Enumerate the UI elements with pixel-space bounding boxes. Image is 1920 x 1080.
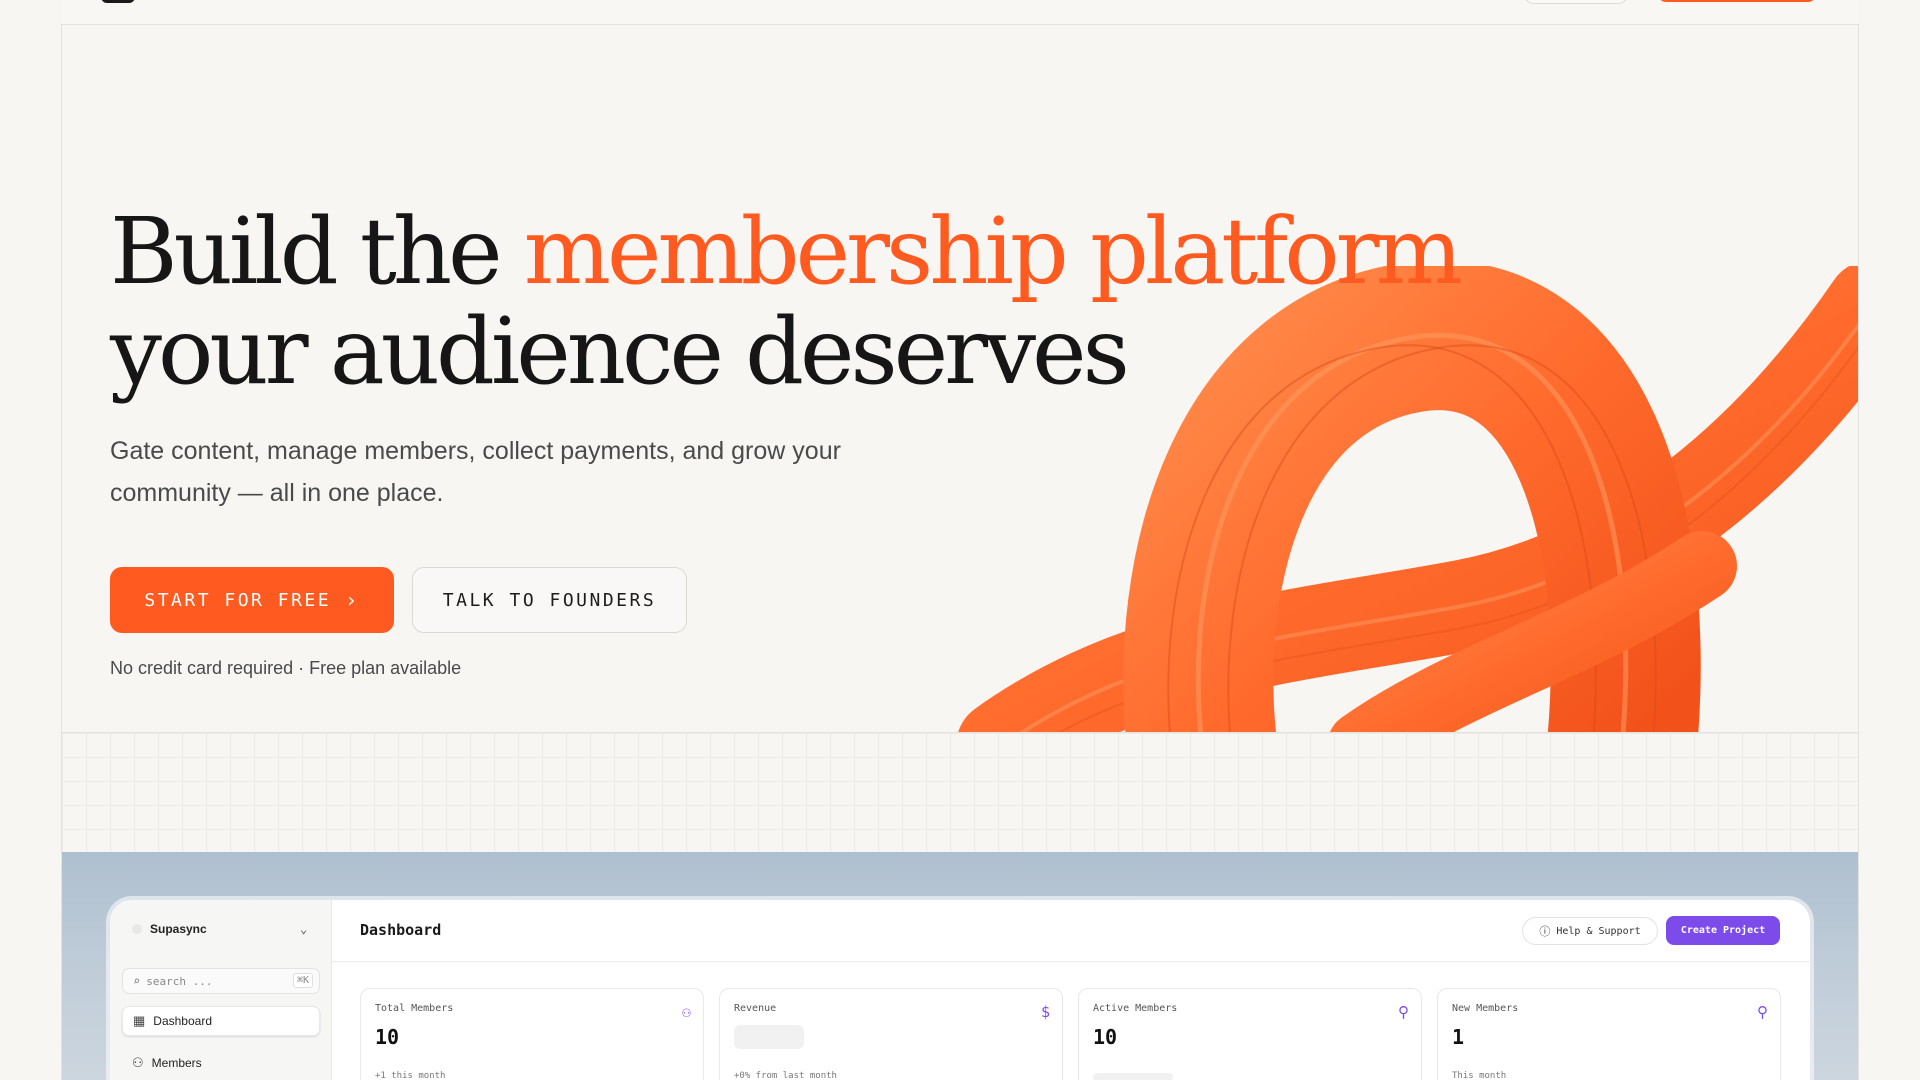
grid-pattern-band: [62, 732, 1858, 852]
hero-subheadline: Gate content, manage members, collect pa…: [110, 437, 841, 507]
nav-signup-button[interactable]: [1658, 0, 1816, 2]
stat-card-revenue: Revenue +0% from last month $: [719, 988, 1063, 1080]
login-button[interactable]: [1524, 0, 1628, 4]
sidebar-item-members[interactable]: ⚇ Members: [122, 1048, 320, 1078]
users-icon: ⚇: [681, 1003, 691, 1021]
stat-card-total-members: Total Members 10 +1 this month ⚇: [360, 988, 704, 1080]
workspace-icon: [132, 924, 142, 934]
stat-label: New Members: [1452, 1003, 1519, 1014]
stat-subtext: +0% from last month: [734, 1071, 837, 1080]
headline-line2: your audience deserves: [110, 298, 1130, 405]
user-plus-icon: ⚲: [1757, 1003, 1768, 1021]
sidebar-item-label: Dashboard: [153, 1014, 213, 1028]
stat-card-active-members: Active Members 10 ⚲: [1078, 988, 1422, 1080]
talk-to-founders-label: TALK TO FOUNDERS: [442, 589, 657, 611]
hero-headline: Build the membership platform your audie…: [110, 202, 1463, 405]
chevron-down-icon[interactable]: ⌄: [300, 922, 307, 936]
create-project-button[interactable]: Create Project: [1666, 916, 1780, 945]
stat-subtext: This month: [1452, 1071, 1507, 1080]
search-placeholder: search ...: [146, 974, 213, 988]
dollar-icon: $: [1040, 1003, 1050, 1021]
search-icon: ⌕: [133, 974, 141, 988]
help-label: Help & Support: [1556, 925, 1641, 937]
page-frame-right: [1858, 0, 1859, 1080]
brand-logo[interactable]: [101, 0, 135, 3]
stat-subtext: +1 this month: [375, 1071, 446, 1080]
workspace-switcher[interactable]: Supasync: [132, 922, 207, 936]
create-project-label: Create Project: [1680, 925, 1766, 936]
loading-skeleton: [734, 1025, 804, 1049]
users-icon: ⚇: [132, 1055, 144, 1070]
loading-skeleton: [1093, 1073, 1173, 1080]
search-input[interactable]: ⌕ search ... ⌘K: [122, 968, 320, 994]
stat-value: 10: [375, 1025, 400, 1049]
help-support-button[interactable]: ⓘ Help & Support: [1522, 917, 1658, 945]
headline-accent: membership platform: [523, 198, 1463, 305]
sidebar-item-dashboard[interactable]: ▦ Dashboard: [122, 1006, 320, 1036]
app-sidebar: Supasync ⌄ ⌕ search ... ⌘K ▦ Dashboard ⚇…: [110, 900, 332, 1080]
dashboard-preview: Supasync ⌄ ⌕ search ... ⌘K ▦ Dashboard ⚇…: [110, 900, 1810, 1080]
shortcut-hint: ⌘K: [292, 973, 313, 988]
stat-label: Total Members: [375, 1003, 454, 1014]
hero-section: Build the membership platform your audie…: [62, 26, 1858, 732]
grid-icon: ▦: [133, 1013, 146, 1028]
help-icon: ⓘ: [1539, 925, 1551, 938]
stat-label: Revenue: [734, 1003, 777, 1014]
top-navigation: [61, 0, 1859, 25]
start-for-free-label: START FOR FREE: [144, 589, 332, 611]
app-header: Dashboard ⓘ Help & Support Create Projec…: [332, 900, 1810, 962]
stat-value: 10: [1093, 1025, 1118, 1049]
stat-value: 1: [1452, 1025, 1465, 1049]
stat-card-new-members: New Members 1 This month ⚲: [1437, 988, 1781, 1080]
sidebar-item-label: Members: [151, 1056, 202, 1070]
user-check-icon: ⚲: [1398, 1003, 1409, 1021]
hero-note: No credit card required · Free plan avai…: [110, 658, 462, 678]
talk-to-founders-button[interactable]: TALK TO FOUNDERS: [412, 567, 687, 633]
start-for-free-button[interactable]: START FOR FREE ›: [110, 567, 394, 633]
headline-part1: Build the: [110, 198, 524, 305]
stat-label: Active Members: [1093, 1003, 1178, 1014]
page-title: Dashboard: [360, 921, 442, 939]
workspace-name: Supasync: [150, 922, 207, 936]
chevron-right-icon: ›: [345, 588, 360, 612]
